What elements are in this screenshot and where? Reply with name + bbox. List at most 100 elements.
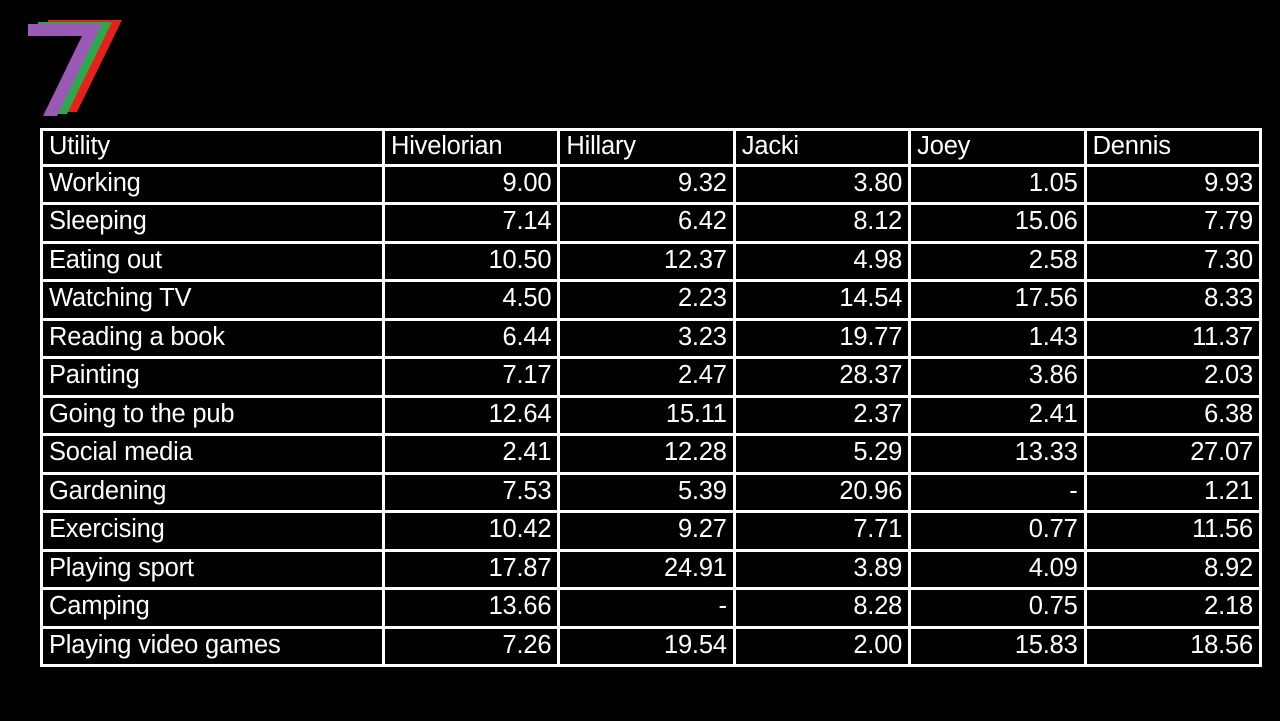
row-label: Exercising [40,513,385,552]
column-header-utility: Utility [40,128,385,167]
table-header-row: Utility Hivelorian Hillary Jacki Joey De… [40,128,1262,167]
cell-joey: 1.43 [911,320,1087,359]
table-row: Exercising 10.42 9.27 7.71 0.77 11.56 [40,513,1262,552]
cell-hivelorian: 4.50 [385,282,561,321]
row-label: Painting [40,359,385,398]
cell-hillary: 9.32 [560,166,736,205]
row-label: Playing sport [40,551,385,590]
cell-hivelorian: 6.44 [385,320,561,359]
cell-hivelorian: 10.50 [385,243,561,282]
cell-dennis: 18.56 [1086,628,1262,667]
cell-hillary: 2.47 [560,359,736,398]
seven-chevron-logo-icon [28,20,122,116]
cell-hillary: 12.37 [560,243,736,282]
cell-dennis: 11.37 [1086,320,1262,359]
cell-hillary: 2.23 [560,282,736,321]
cell-joey: 0.75 [911,590,1087,629]
cell-dennis: 7.30 [1086,243,1262,282]
table-row: Going to the pub 12.64 15.11 2.37 2.41 6… [40,397,1262,436]
cell-hillary: 15.11 [560,397,736,436]
cell-hivelorian: 9.00 [385,166,561,205]
cell-jacki: 7.71 [735,513,912,552]
table-row: Watching TV 4.50 2.23 14.54 17.56 8.33 [40,282,1262,321]
cell-joey: 2.41 [911,397,1087,436]
column-header-joey: Joey [911,128,1087,167]
cell-jacki: 8.28 [735,590,912,629]
cell-joey: 17.56 [911,282,1087,321]
row-label: Gardening [40,474,385,513]
cell-dennis: 8.33 [1086,282,1262,321]
column-header-hivelorian: Hivelorian [385,128,561,167]
row-label: Sleeping [40,205,385,244]
row-label: Reading a book [40,320,385,359]
table-row: Eating out 10.50 12.37 4.98 2.58 7.30 [40,243,1262,282]
table-row: Playing video games 7.26 19.54 2.00 15.8… [40,628,1262,667]
cell-hivelorian: 10.42 [385,513,561,552]
column-header-dennis: Dennis [1086,128,1262,167]
table-head: Utility Hivelorian Hillary Jacki Joey De… [40,128,1262,167]
row-label: Social media [40,436,385,475]
cell-dennis: 11.56 [1086,513,1262,552]
row-label: Eating out [40,243,385,282]
cell-hivelorian: 7.53 [385,474,561,513]
table-row: Sleeping 7.14 6.42 8.12 15.06 7.79 [40,205,1262,244]
cell-jacki: 20.96 [735,474,912,513]
cell-hillary: 19.54 [560,628,736,667]
cell-dennis: 2.18 [1086,590,1262,629]
cell-hivelorian: 2.41 [385,436,561,475]
column-header-jacki: Jacki [735,128,912,167]
table-row: Playing sport 17.87 24.91 3.89 4.09 8.92 [40,551,1262,590]
cell-dennis: 8.92 [1086,551,1262,590]
table-row: Social media 2.41 12.28 5.29 13.33 27.07 [40,436,1262,475]
cell-hivelorian: 7.14 [385,205,561,244]
cell-joey: 15.06 [911,205,1087,244]
row-label: Playing video games [40,628,385,667]
row-label: Working [40,166,385,205]
cell-hillary: 12.28 [560,436,736,475]
cell-hillary: 9.27 [560,513,736,552]
cell-hillary: 24.91 [560,551,736,590]
table-row: Painting 7.17 2.47 28.37 3.86 2.03 [40,359,1262,398]
cell-joey: 3.86 [911,359,1087,398]
table-row: Camping 13.66 - 8.28 0.75 2.18 [40,590,1262,629]
cell-hillary: 5.39 [560,474,736,513]
cell-dennis: 9.93 [1086,166,1262,205]
utility-table-container: Utility Hivelorian Hillary Jacki Joey De… [40,128,1262,667]
cell-hivelorian: 12.64 [385,397,561,436]
cell-hivelorian: 7.26 [385,628,561,667]
cell-hivelorian: 17.87 [385,551,561,590]
cell-dennis: 27.07 [1086,436,1262,475]
cell-dennis: 7.79 [1086,205,1262,244]
cell-jacki: 8.12 [735,205,912,244]
row-label: Going to the pub [40,397,385,436]
cell-hillary: - [560,590,736,629]
cell-hivelorian: 7.17 [385,359,561,398]
cell-jacki: 2.37 [735,397,912,436]
cell-joey: 1.05 [911,166,1087,205]
cell-jacki: 14.54 [735,282,912,321]
cell-jacki: 4.98 [735,243,912,282]
cell-hivelorian: 13.66 [385,590,561,629]
cell-joey: 15.83 [911,628,1087,667]
cell-joey: 4.09 [911,551,1087,590]
cell-joey: 2.58 [911,243,1087,282]
table-row: Working 9.00 9.32 3.80 1.05 9.93 [40,166,1262,205]
cell-dennis: 6.38 [1086,397,1262,436]
row-label: Watching TV [40,282,385,321]
utility-table: Utility Hivelorian Hillary Jacki Joey De… [40,128,1262,667]
cell-jacki: 3.80 [735,166,912,205]
cell-dennis: 2.03 [1086,359,1262,398]
column-header-hillary: Hillary [560,128,736,167]
cell-jacki: 19.77 [735,320,912,359]
table-row: Reading a book 6.44 3.23 19.77 1.43 11.3… [40,320,1262,359]
cell-joey: 13.33 [911,436,1087,475]
cell-jacki: 5.29 [735,436,912,475]
cell-hillary: 6.42 [560,205,736,244]
table-body: Working 9.00 9.32 3.80 1.05 9.93 Sleepin… [40,166,1262,667]
cell-joey: - [911,474,1087,513]
cell-jacki: 28.37 [735,359,912,398]
table-row: Gardening 7.53 5.39 20.96 - 1.21 [40,474,1262,513]
logo [14,8,134,116]
cell-joey: 0.77 [911,513,1087,552]
cell-dennis: 1.21 [1086,474,1262,513]
